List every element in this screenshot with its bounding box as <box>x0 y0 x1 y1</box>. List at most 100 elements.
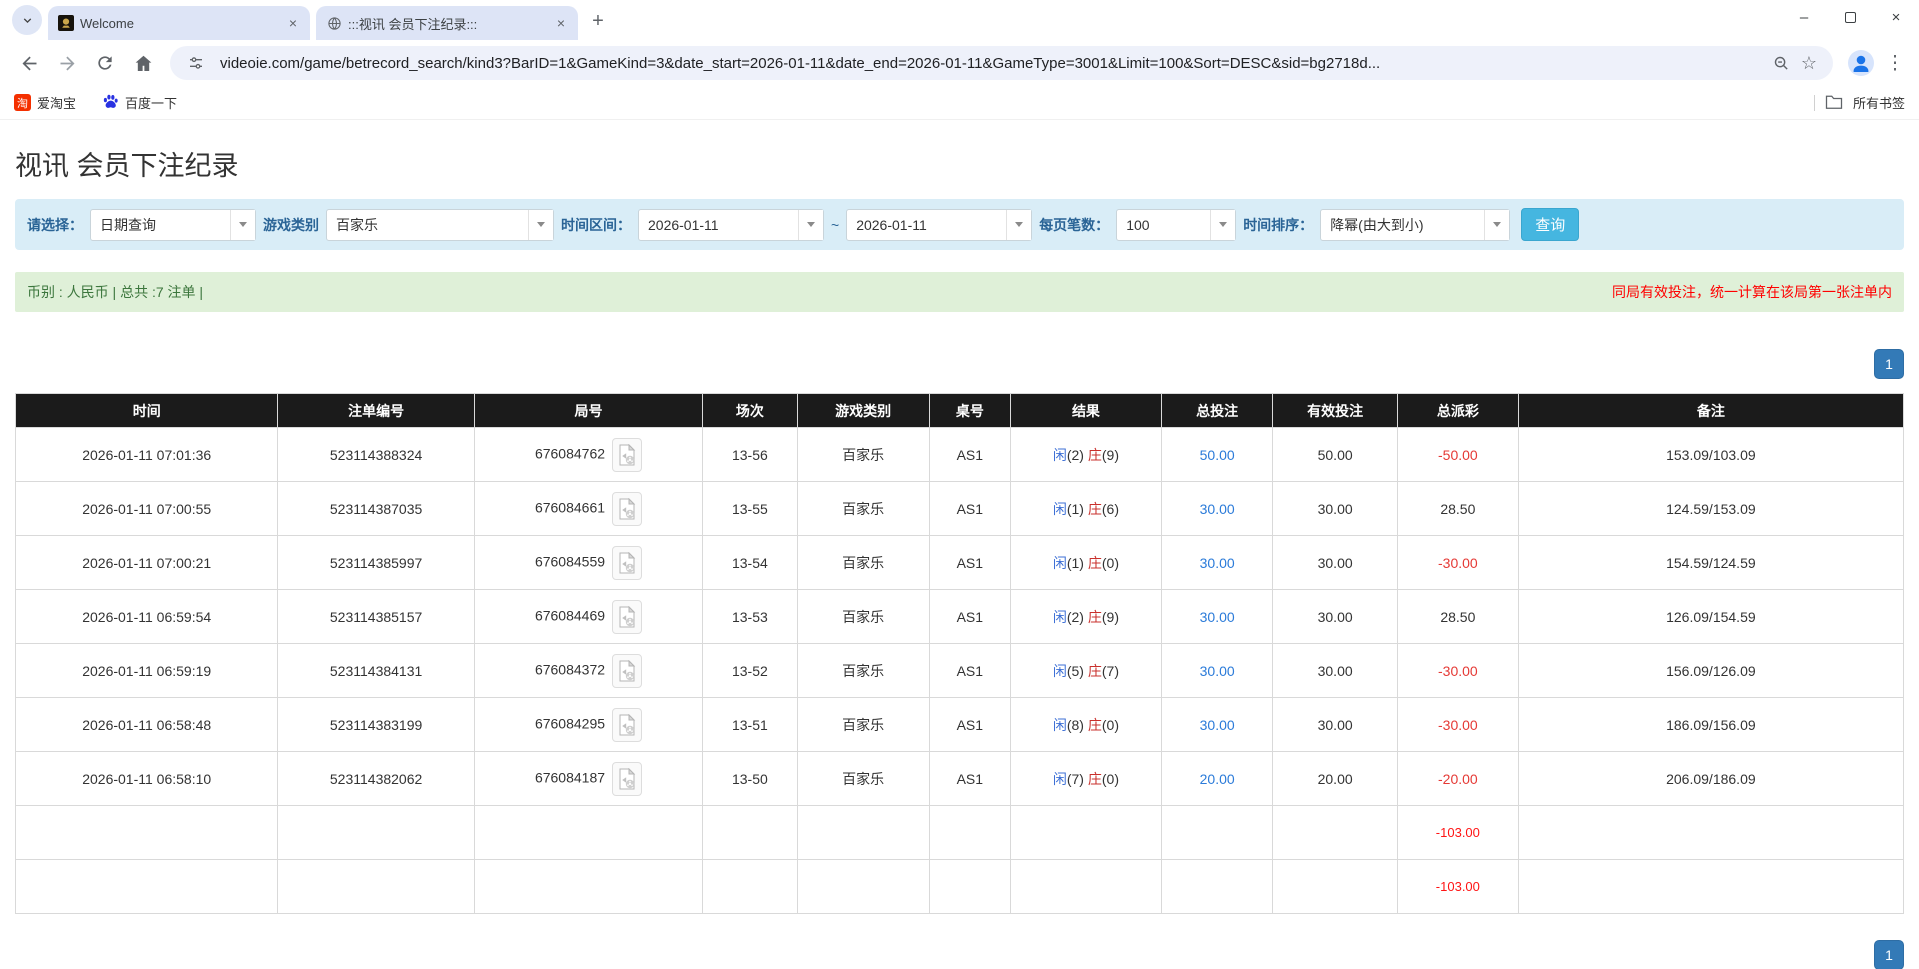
cell-payout: 28.50 <box>1396 589 1519 644</box>
video-replay-icon[interactable] <box>612 707 643 742</box>
zoom-out-icon[interactable] <box>1767 49 1795 77</box>
video-replay-icon[interactable] <box>612 599 643 634</box>
sort-select[interactable]: 降幂(由大到小) <box>1320 208 1511 241</box>
cell-remark-text: 186.09/156.09 <box>1666 716 1756 733</box>
cell-bet-id: 523114384131 <box>277 643 475 698</box>
sort-label: 时间排序： <box>1243 216 1314 233</box>
chevron-down-icon[interactable] <box>1210 209 1236 240</box>
url-text[interactable]: videoie.com/game/betrecord_search/kind3?… <box>220 55 1767 72</box>
minimize-button[interactable]: – <box>1781 0 1827 34</box>
cell-time: 2026-01-11 07:00:21 <box>14 535 279 590</box>
tab-close-icon[interactable]: × <box>552 14 570 32</box>
result-player-label: 闲 <box>1052 716 1067 733</box>
total-total-bet-cell: 220.00 <box>1160 859 1274 914</box>
result-player-num: (2) <box>1066 608 1084 625</box>
tab-strip: Welcome × :::视讯 会员下注纪录::: × + – × <box>0 0 1919 40</box>
chevron-down-icon[interactable] <box>798 209 823 240</box>
cell-session-text: 13-50 <box>731 770 768 787</box>
result-banker-label: 庄 <box>1087 770 1102 787</box>
cell-remark-text: 124.59/153.09 <box>1666 500 1756 517</box>
cell-total-bet-text: 20.00 <box>1199 770 1235 787</box>
new-tab-button[interactable]: + <box>584 7 612 35</box>
video-replay-icon[interactable] <box>612 545 643 580</box>
page-1-button[interactable]: 1 <box>1874 349 1904 379</box>
cell-total-bet-text: 30.00 <box>1199 500 1235 517</box>
bookmark-taobao[interactable]: 淘 爱淘宝 <box>14 93 76 112</box>
back-button[interactable] <box>12 46 46 80</box>
video-replay-icon[interactable] <box>612 491 643 526</box>
profile-avatar[interactable] <box>1847 49 1875 77</box>
video-replay-icon[interactable] <box>612 437 643 472</box>
cell-bet-id-text: 523114384131 <box>329 662 423 679</box>
browser-menu-icon[interactable]: ⋮ <box>1881 52 1909 75</box>
tab-title: :::视讯 会员下注纪录::: <box>348 16 478 32</box>
chevron-down-icon[interactable] <box>528 209 553 240</box>
chevron-down-icon[interactable] <box>1484 209 1510 240</box>
game-type-select[interactable]: 百家乐 <box>326 208 554 241</box>
cell-payout: -20.00 <box>1396 751 1519 806</box>
cell-valid-bet: 30.00 <box>1272 697 1398 752</box>
tab-close-icon[interactable]: × <box>284 14 302 32</box>
chevron-down-icon[interactable] <box>230 209 255 240</box>
result-banker-label: 庄 <box>1087 716 1102 733</box>
result-banker-num: (6) <box>1101 500 1119 517</box>
home-button[interactable] <box>126 46 160 80</box>
footer-empty-cell <box>928 859 1011 914</box>
result-player-label: 闲 <box>1052 770 1067 787</box>
cell-game-type: 百家乐 <box>796 589 930 644</box>
table-row: 2026-01-11 07:01:36 523114388324 676084762… <box>14 427 1905 482</box>
date-start-input[interactable]: 2026-01-11 <box>638 208 824 241</box>
video-replay-icon[interactable] <box>612 653 643 688</box>
cell-total-bet: 30.00 <box>1160 643 1274 698</box>
cell-valid-bet: 30.00 <box>1272 643 1398 698</box>
cell-game-type-text: 百家乐 <box>842 608 885 625</box>
cell-game-type-text: 百家乐 <box>842 770 885 787</box>
footer-empty-cell <box>1009 805 1162 860</box>
globe-favicon-icon <box>326 15 342 31</box>
address-bar[interactable]: videoie.com/game/betrecord_search/kind3?… <box>170 46 1833 80</box>
summary-bar: 币别 : 人民币 | 总共 :7 注单 | 同局有效投注，统一计算在该局第一张注… <box>15 272 1904 312</box>
close-window-button[interactable]: × <box>1873 0 1919 34</box>
bookmark-baidu[interactable]: 百度一下 <box>102 93 177 113</box>
query-type-select[interactable]: 日期查询 <box>90 208 256 241</box>
subtotal-total-bet-cell: 220.00 <box>1160 805 1274 860</box>
reload-button[interactable] <box>88 46 122 80</box>
cell-total-bet: 30.00 <box>1160 481 1274 536</box>
result-banker-label: 庄 <box>1087 554 1102 571</box>
cell-remark: 126.09/154.59 <box>1517 589 1905 644</box>
all-bookmarks[interactable]: 所有书签 <box>1813 93 1905 112</box>
chevron-down-icon[interactable] <box>1006 209 1032 240</box>
select-label: 请选择： <box>27 216 83 233</box>
cell-time-text: 2026-01-11 07:00:55 <box>82 500 212 517</box>
cell-session-text: 13-56 <box>731 446 768 463</box>
result-player-num: (5) <box>1066 662 1084 679</box>
bookmark-star-icon[interactable]: ☆ <box>1795 49 1823 77</box>
result-banker-num: (0) <box>1101 716 1119 733</box>
tab-search-chevron-icon[interactable] <box>12 5 42 35</box>
cell-total-bet-text: 50.00 <box>1199 446 1235 463</box>
search-button[interactable]: 查询 <box>1521 208 1580 241</box>
browser-tab-betrecord[interactable]: :::视讯 会员下注纪录::: × <box>316 6 578 40</box>
site-settings-icon[interactable] <box>182 49 210 77</box>
cell-round-id-text: 676084469 <box>534 607 606 624</box>
total-payout: -103.00 <box>1435 879 1480 894</box>
cell-game-type: 百家乐 <box>796 643 930 698</box>
subtotal-count: 7 <box>372 825 380 840</box>
forward-button[interactable] <box>50 46 84 80</box>
date-end-input[interactable]: 2026-01-11 <box>846 208 1033 241</box>
page-1-button[interactable]: 1 <box>1874 940 1904 969</box>
cell-round-id-text: 676084559 <box>534 553 606 570</box>
browser-tab-welcome[interactable]: Welcome × <box>48 6 310 40</box>
col-round-id: 局号 <box>473 393 704 428</box>
total-total-bet: 220.00 <box>1197 879 1238 894</box>
footer-empty-cell <box>1517 805 1905 860</box>
maximize-button[interactable] <box>1827 0 1873 34</box>
result-player-label: 闲 <box>1052 446 1067 463</box>
table-row: 2026-01-11 07:00:55 523114387035 676084661… <box>14 481 1905 536</box>
cell-total-bet-text: 30.00 <box>1199 716 1235 733</box>
cell-bet-id-text: 523114388324 <box>329 446 423 463</box>
col-total-bet: 总投注 <box>1160 393 1274 428</box>
subtotal-valid-bet: 220.00 <box>1315 825 1356 840</box>
video-replay-icon[interactable] <box>612 761 643 796</box>
per-page-select[interactable]: 100 <box>1116 208 1237 241</box>
